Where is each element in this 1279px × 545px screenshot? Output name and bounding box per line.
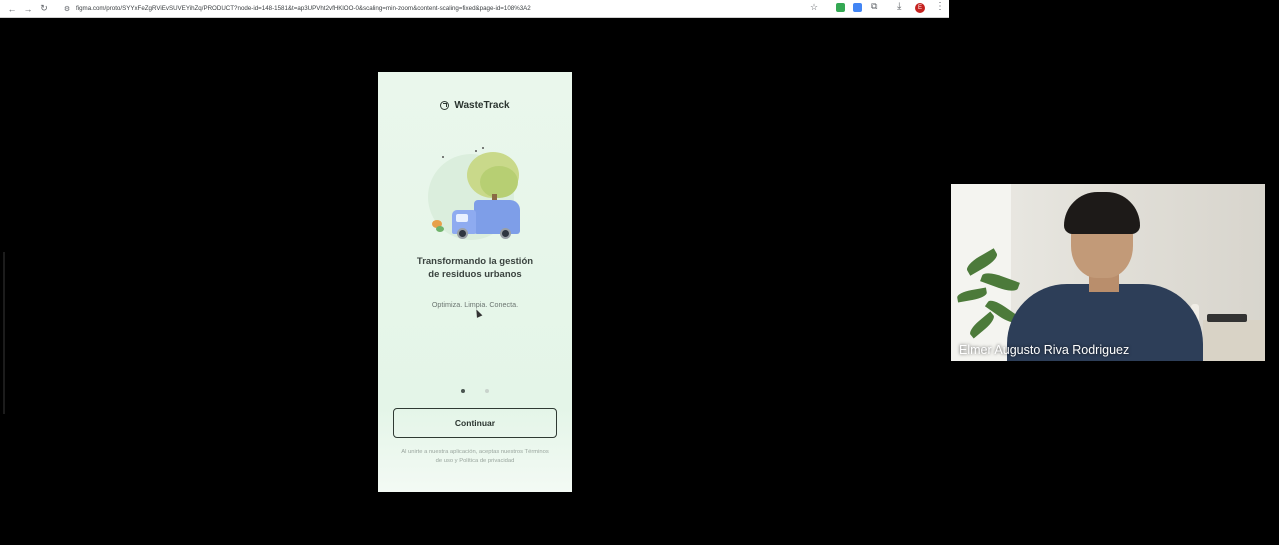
pagination-dot[interactable] xyxy=(485,389,489,393)
headline-line-2: de residuos urbanos xyxy=(428,269,522,280)
left-edge-divider xyxy=(3,252,5,414)
participant-video-tile: Elmer Augusto Riva Rodriguez xyxy=(951,184,1265,361)
participant-name-label: Elmer Augusto Riva Rodriguez xyxy=(959,343,1130,357)
pagination-dot-active[interactable] xyxy=(461,389,465,393)
garbage-truck-illustration xyxy=(420,144,530,244)
continue-button[interactable]: Continuar xyxy=(393,408,557,438)
prototype-screen: WasteTrack Transformando la gestión de r… xyxy=(378,72,572,492)
headline-line-1: Transformando la gestión xyxy=(416,256,534,267)
mouse-cursor-icon xyxy=(473,308,483,318)
browser-toolbar: ← → ↻ ⚙ figma.com/proto/SYYxFeZgRViEvSUV… xyxy=(0,0,949,18)
download-icon[interactable]: ⤓ xyxy=(897,1,901,12)
onboarding-headline: Transformando la gestión de residuos urb… xyxy=(378,255,572,281)
legal-line-2[interactable]: de uso y Política de privacidad xyxy=(392,457,558,466)
bookmark-star-icon[interactable]: ☆ xyxy=(810,2,818,13)
participant-hair xyxy=(1064,192,1140,234)
shelf-image xyxy=(1203,320,1265,361)
reload-icon[interactable]: ↻ xyxy=(38,2,50,16)
url-text[interactable]: figma.com/proto/SYYxFeZgRViEvSUVEYihZq/P… xyxy=(76,5,531,12)
profile-avatar[interactable]: E xyxy=(915,3,925,13)
recycle-logo-icon xyxy=(440,101,450,110)
legal-line-1[interactable]: Al unirte a nuestra aplicación, aceptas … xyxy=(392,448,558,457)
translate-extension-icon[interactable] xyxy=(853,3,862,12)
extension-icon[interactable] xyxy=(836,3,845,12)
pagination-dots xyxy=(378,389,572,393)
forward-icon[interactable]: → xyxy=(22,2,34,16)
back-icon[interactable]: ← xyxy=(6,2,18,16)
browser-menu-icon[interactable]: ⋮ xyxy=(935,1,945,12)
site-info-icon[interactable]: ⚙ xyxy=(62,5,72,13)
onboarding-tagline: Optimiza. Limpia. Conecta. xyxy=(431,300,519,309)
device-image xyxy=(1207,314,1247,322)
address-bar[interactable]: ⚙ figma.com/proto/SYYxFeZgRViEvSUVEYihZq… xyxy=(62,1,830,16)
puzzle-icon[interactable]: ⧉ xyxy=(871,1,877,12)
brand-header: WasteTrack xyxy=(378,100,572,111)
legal-notice: Al unirte a nuestra aplicación, aceptas … xyxy=(392,448,558,466)
brand-name: WasteTrack xyxy=(454,100,510,111)
